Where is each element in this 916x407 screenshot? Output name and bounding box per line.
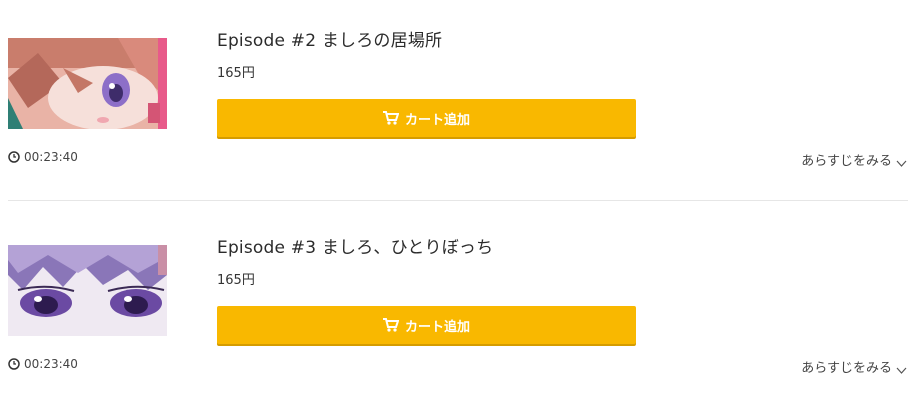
episode-price: 165円	[217, 66, 255, 81]
episode-thumbnail[interactable]	[8, 38, 167, 129]
synopsis-toggle[interactable]: あらすじをみる	[801, 150, 907, 169]
synopsis-label: あらすじをみる	[801, 361, 892, 376]
duration-text: 00:23:40	[24, 357, 78, 371]
add-to-cart-button[interactable]: カート追加	[217, 99, 636, 137]
synopsis-toggle[interactable]: あらすじをみる	[801, 357, 907, 376]
episode-title[interactable]: Episode #2 ましろの居場所	[217, 26, 442, 51]
add-to-cart-label: カート追加	[404, 112, 470, 128]
clock-icon	[8, 151, 20, 163]
cart-icon	[382, 111, 400, 125]
episode-duration: 00:23:40	[8, 150, 78, 164]
episode-title[interactable]: Episode #3 ましろ、ひとりぼっち	[217, 233, 493, 258]
cart-icon	[382, 318, 400, 332]
add-to-cart-button[interactable]: カート追加	[217, 306, 636, 344]
chevron-down-icon	[896, 156, 907, 167]
duration-text: 00:23:40	[24, 150, 78, 164]
divider	[8, 200, 908, 201]
episode-item: Episode #2 ましろの居場所 165円 カート追加 00:23:40 あ…	[0, 0, 916, 201]
episode-price: 165円	[217, 273, 255, 288]
synopsis-label: あらすじをみる	[801, 154, 892, 169]
episode-duration: 00:23:40	[8, 357, 78, 371]
episode-item: Episode #3 ましろ、ひとりぼっち 165円 カート追加 00:23:4…	[0, 207, 916, 407]
episode-thumbnail[interactable]	[8, 245, 167, 336]
chevron-down-icon	[896, 363, 907, 374]
add-to-cart-label: カート追加	[404, 319, 470, 335]
clock-icon	[8, 358, 20, 370]
